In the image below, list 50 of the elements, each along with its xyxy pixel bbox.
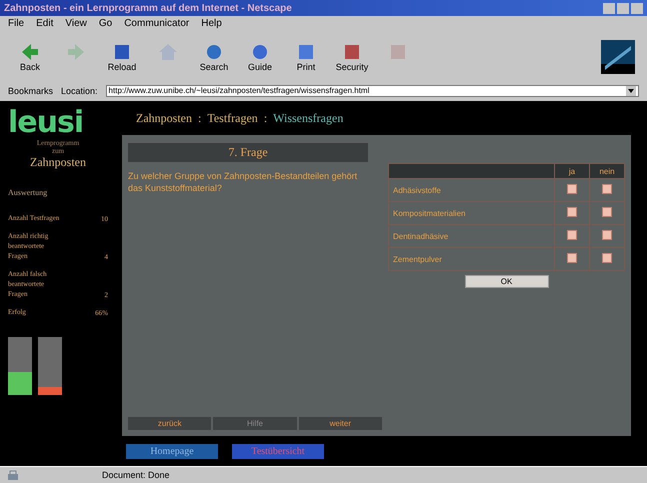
toolbar-button[interactable]: Guide xyxy=(242,42,278,72)
toolbar-button[interactable]: Print xyxy=(288,42,324,72)
answer-label: Adhäsivstoffe xyxy=(388,178,554,202)
netscape-logo xyxy=(601,40,635,74)
column-header: nein xyxy=(590,164,624,178)
window-title: Zahnposten - ein Lernprogramm auf dem Internet - Netscape xyxy=(4,2,292,14)
menu-item[interactable]: View xyxy=(65,18,87,31)
logo: leusi xyxy=(8,107,84,139)
status-text: Document: Done xyxy=(102,470,170,480)
menu-item[interactable]: Help xyxy=(201,18,222,31)
nav-button[interactable]: zurück xyxy=(128,417,212,430)
answer-label: Dentinadhäsive xyxy=(388,224,554,248)
answer-label: Kompositmaterialien xyxy=(388,202,554,224)
minimize-button[interactable] xyxy=(603,2,615,14)
checkbox[interactable] xyxy=(567,253,577,263)
close-button[interactable] xyxy=(631,2,643,14)
breadcrumb-item[interactable]: Testfragen xyxy=(207,110,258,126)
menu-item[interactable]: Edit xyxy=(36,18,54,31)
location-label: Location: xyxy=(61,86,98,96)
breadcrumb-item[interactable]: Zahnposten xyxy=(136,110,192,126)
ok-button[interactable]: OK xyxy=(464,275,548,288)
toolbar-button[interactable]: Search xyxy=(196,42,232,72)
app-name: Zahnposten xyxy=(29,155,87,170)
column-header: ja xyxy=(554,164,590,178)
toolbar-icon xyxy=(157,42,179,62)
checkbox[interactable] xyxy=(602,230,612,240)
answer-label: Zementpulver xyxy=(388,248,554,270)
checkbox[interactable] xyxy=(567,207,577,217)
menu-item[interactable]: Communicator xyxy=(124,18,190,31)
checkbox[interactable] xyxy=(602,184,612,194)
nav-button[interactable]: weiter xyxy=(298,417,382,430)
toolbar-button[interactable]: Reload xyxy=(104,42,140,72)
breadcrumb-item[interactable]: Wissensfragen xyxy=(273,110,344,126)
breadcrumb-separator: : xyxy=(198,110,202,126)
breadcrumb-separator: : xyxy=(264,110,268,126)
checkbox[interactable] xyxy=(567,230,577,240)
bookmarks-button[interactable]: Bookmarks xyxy=(8,86,54,96)
toolbar-button[interactable]: Security xyxy=(334,42,370,72)
checkbox[interactable] xyxy=(602,253,612,263)
toolbar-button[interactable]: Back xyxy=(12,42,48,72)
question-text: Zu welcher Gruppe von Zahnposten-Bestandteilen gehört das Kunststoffmaterial? xyxy=(128,170,358,194)
sidebar-heading: Auswertung xyxy=(8,188,48,197)
menu-item[interactable]: File xyxy=(8,18,24,31)
question-title: 7. Frage xyxy=(128,143,368,162)
checkbox[interactable] xyxy=(567,184,577,194)
location-field[interactable]: http://www.zuw.unibe.ch/~leusi/zahnposten/testfragen/wissensfragen.html xyxy=(106,85,639,97)
checkbox[interactable] xyxy=(602,207,612,217)
maximize-button[interactable] xyxy=(617,2,629,14)
menu-item[interactable]: Go xyxy=(98,18,112,31)
dropdown-icon[interactable] xyxy=(626,86,636,96)
